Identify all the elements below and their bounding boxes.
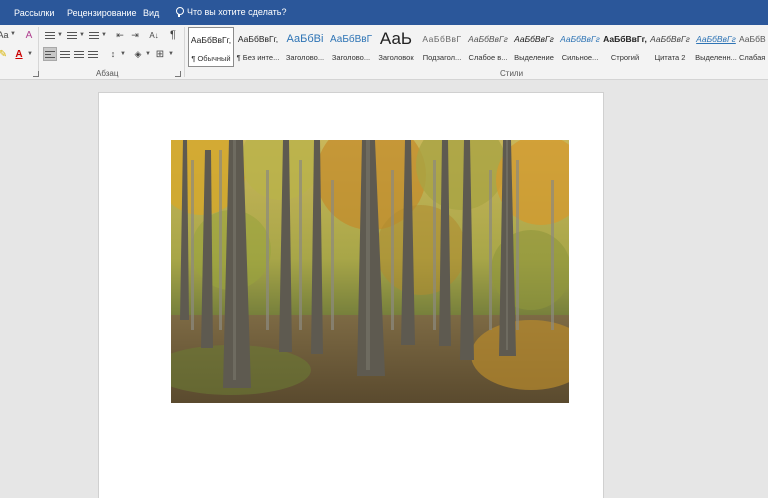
font-size-aa-icon[interactable]: Aa [0,28,10,42]
style-name: Слабая [739,53,766,62]
sort-icon[interactable]: A↓ [147,28,161,42]
style-name: Цитата 2 [654,53,686,62]
pilcrow-icon[interactable]: ¶ [166,28,180,42]
align-left-icon[interactable] [43,47,57,61]
style-strong[interactable]: АаБбВвГг, Строгий [602,27,648,67]
paragraph-dialog-launcher-icon[interactable] [175,71,181,77]
font-color-icon[interactable]: A [12,47,26,61]
style-name: Слабое в... [468,53,508,62]
tab-review[interactable]: Рецензирование [67,8,137,18]
chevron-down-icon[interactable]: ▼ [101,32,107,38]
font-dialog-launcher-icon[interactable] [33,71,39,77]
style-preview: АаБбВ [739,34,766,44]
style-emphasis[interactable]: АаБбВвГг Выделение [511,27,557,67]
justify-icon[interactable] [86,47,100,61]
decrease-indent-icon[interactable]: ⇤ [113,28,127,42]
style-subtitle[interactable]: АаБбВвГ Подзагол... [419,27,465,67]
forest-photo[interactable] [171,140,569,403]
clear-formatting-icon[interactable]: A [22,28,36,42]
style-preview: АаЬ [379,29,413,48]
forest-image [171,140,569,403]
align-right-icon[interactable] [72,47,86,61]
bullets-icon[interactable] [43,28,57,42]
style-normal[interactable]: АаБбВвГг, ¶ Обычный [188,27,234,67]
tell-me-search[interactable]: Что вы хотите сделать? [175,7,287,17]
style-subtle-emphasis[interactable]: АаБбВвГг Слабое в... [465,27,511,67]
style-preview: АаБбВвГг [468,34,508,44]
align-center-icon[interactable] [58,47,72,61]
chevron-down-icon[interactable]: ▼ [57,32,63,38]
style-preview: АаБбВвГг [696,34,736,44]
style-name: Строгий [610,53,640,62]
lightbulb-icon [175,7,184,17]
line-spacing-icon[interactable]: ↕ [106,47,120,61]
group-divider [184,27,185,77]
chevron-down-icon[interactable]: ▼ [10,31,16,37]
tab-view[interactable]: Вид [143,8,159,18]
tell-me-text: Что вы хотите сделать? [187,7,287,17]
chevron-down-icon[interactable]: ▼ [168,51,174,57]
numbering-icon[interactable] [65,28,79,42]
borders-icon[interactable]: ⊞ [153,47,167,61]
chevron-down-icon[interactable]: ▼ [27,51,33,57]
ribbon-tab-bar: Рассылки Рецензирование Вид Что вы хотит… [0,0,768,25]
style-name: Сильное... [561,53,599,62]
style-preview: АаБбВвГг, [190,35,232,45]
style-name: Заголово... [331,53,371,62]
chevron-down-icon[interactable]: ▼ [145,51,151,57]
chevron-down-icon[interactable]: ▼ [120,51,126,57]
style-name: Заголово... [285,53,325,62]
style-no-spacing[interactable]: АаБбВвГг, ¶ Без инте... [235,27,281,67]
style-name: ¶ Без инте... [236,53,280,62]
styles-group-label: Стили [500,69,524,78]
style-name: ¶ Обычный [191,54,231,63]
style-preview: АаБбВвГг, [603,34,647,44]
style-preview: АаБбВвГг, [237,34,279,44]
chevron-down-icon[interactable]: ▼ [79,32,85,38]
style-intense-emphasis[interactable]: АаБбВвГг Сильное... [557,27,603,67]
paragraph-group-label: Абзац [96,69,119,78]
style-title[interactable]: АаЬ Заголовок [373,27,419,67]
style-name: Заголовок [378,53,414,62]
style-preview: АаБбВвГ [329,33,373,45]
style-preview: АаБбВвГг [514,34,554,44]
style-quote-2[interactable]: АаБбВвГг Цитата 2 [647,27,693,67]
style-preview: АаБбВвГ [422,34,462,44]
increase-indent-icon[interactable]: ⇥ [128,28,142,42]
style-preview: АаБбВі [286,33,324,45]
group-divider [38,27,39,77]
style-subtle-reference[interactable]: АаБбВ Слабая [739,27,768,67]
multilevel-list-icon[interactable] [87,28,101,42]
shading-icon[interactable]: ◈ [131,47,145,61]
ribbon: Aa ▼ A ✎ A ▼ ▼ ▼ ▼ ⇤ ⇥ A↓ ¶ ↕ ▼ ◈ ▼ ⊞ ▼ … [0,25,768,80]
style-name: Выделение [514,53,554,62]
style-name: Выделенн... [695,53,737,62]
style-name: Подзагол... [422,53,462,62]
highlight-icon[interactable]: ✎ [0,47,10,61]
style-preview: АаБбВвГг [650,34,690,44]
style-heading-2[interactable]: АаБбВвГ Заголово... [328,27,374,67]
document-workspace[interactable] [0,80,768,498]
style-heading-1[interactable]: АаБбВі Заголово... [282,27,328,67]
style-preview: АаБбВвГг [560,34,600,44]
tab-mailings[interactable]: Рассылки [14,8,54,18]
style-intense-quote[interactable]: АаБбВвГг Выделенн... [693,27,739,67]
document-page[interactable] [98,92,604,498]
